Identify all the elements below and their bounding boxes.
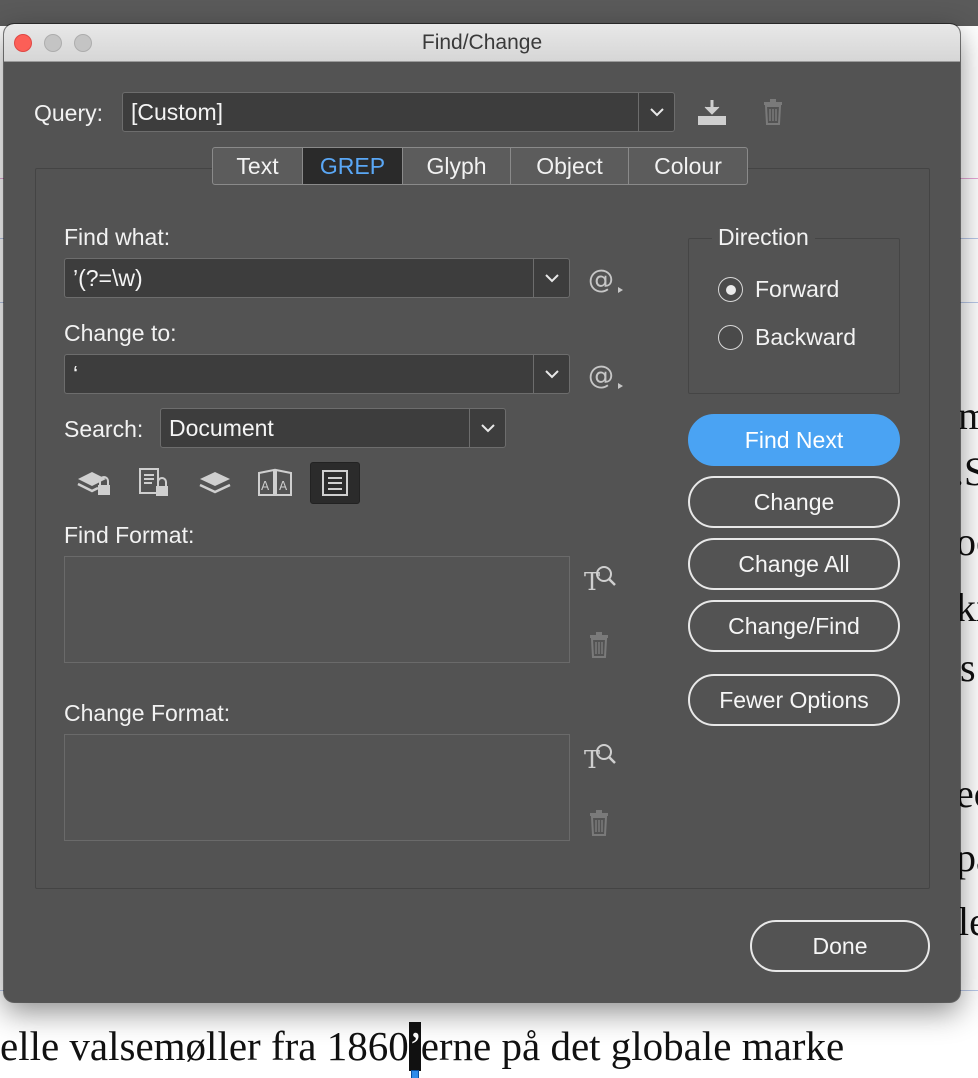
change-to-label: Change to:: [64, 320, 177, 346]
chevron-down-icon[interactable]: [533, 355, 569, 393]
svg-text:@: @: [588, 265, 614, 295]
chevron-down-icon[interactable]: [469, 409, 505, 447]
special-characters-change-icon[interactable]: @: [584, 358, 628, 392]
search-label: Search:: [64, 416, 144, 442]
dialog-title: Find/Change: [421, 31, 543, 54]
specify-find-format-icon[interactable]: T: [580, 560, 620, 596]
change-format-label: Change Format:: [64, 700, 231, 726]
radio-forward[interactable]: [718, 277, 743, 302]
svg-text:A: A: [261, 479, 270, 493]
baseline-dots: [0, 1062, 978, 1064]
delete-query-icon[interactable]: [758, 94, 788, 130]
hidden-layers-icon[interactable]: [190, 462, 240, 504]
doc-text-fragment: s: [960, 645, 976, 690]
search-options-row: A A: [70, 462, 370, 504]
find-what-label: Find what:: [64, 224, 171, 250]
cursor-handle[interactable]: [410, 1070, 419, 1078]
tab-glyph[interactable]: Glyph: [403, 148, 511, 184]
direction-backward-option[interactable]: Backward: [718, 324, 856, 351]
tab-bar: Text GREP Glyph Object Colour: [212, 147, 748, 185]
locked-layers-icon[interactable]: [70, 462, 120, 504]
find-what-field[interactable]: ’(?=\w): [64, 258, 570, 298]
tab-colour[interactable]: Colour: [629, 148, 747, 184]
locked-stories-icon[interactable]: [130, 462, 180, 504]
find-format-label: Find Format:: [64, 522, 195, 548]
tab-text[interactable]: Text: [213, 148, 303, 184]
query-label: Query:: [34, 100, 104, 126]
title-bar[interactable]: Find/Change: [4, 24, 960, 62]
radio-selected-dot: [725, 284, 736, 295]
doc-text-fragment: le: [958, 899, 978, 944]
fewer-options-button[interactable]: Fewer Options: [688, 674, 900, 726]
specify-change-format-icon[interactable]: T: [580, 738, 620, 774]
chevron-down-icon[interactable]: [638, 93, 674, 131]
backward-label: Backward: [755, 324, 856, 350]
change-find-button[interactable]: Change/Find: [688, 600, 900, 652]
find-what-value: ’(?=\w): [73, 265, 143, 291]
direction-label: Direction: [712, 224, 815, 251]
clear-change-format-icon[interactable]: [584, 806, 614, 840]
chevron-down-icon[interactable]: [533, 259, 569, 297]
tab-grep[interactable]: GREP: [303, 148, 403, 184]
svg-text:A: A: [279, 479, 288, 493]
change-to-field[interactable]: ‘: [64, 354, 570, 394]
special-characters-find-icon[interactable]: @: [584, 262, 628, 296]
done-button[interactable]: Done: [750, 920, 930, 972]
find-next-button[interactable]: Find Next: [688, 414, 900, 466]
query-dropdown[interactable]: [Custom]: [122, 92, 675, 132]
footnotes-icon[interactable]: [310, 462, 360, 504]
find-format-box[interactable]: [64, 556, 570, 663]
search-scope-value: Document: [169, 415, 274, 441]
svg-text:@: @: [588, 361, 614, 391]
radio-backward[interactable]: [718, 325, 743, 350]
document-toolbar: [0, 0, 978, 26]
find-change-dialog: Find/Change Query: [Custom] Text GREP Gl…: [4, 24, 960, 1002]
direction-group: [688, 238, 900, 394]
master-pages-icon[interactable]: A A: [250, 462, 300, 504]
change-all-button[interactable]: Change All: [688, 538, 900, 590]
forward-label: Forward: [755, 276, 840, 302]
tab-object[interactable]: Object: [511, 148, 629, 184]
save-query-icon[interactable]: [692, 94, 732, 130]
direction-forward-option[interactable]: Forward: [718, 276, 839, 303]
query-value: [Custom]: [131, 99, 224, 125]
change-to-value: ‘: [73, 361, 79, 387]
clear-find-format-icon[interactable]: [584, 628, 614, 662]
change-button[interactable]: Change: [688, 476, 900, 528]
doc-text-fragment: m: [958, 393, 978, 438]
change-format-box[interactable]: [64, 734, 570, 841]
search-scope-dropdown[interactable]: Document: [160, 408, 506, 448]
